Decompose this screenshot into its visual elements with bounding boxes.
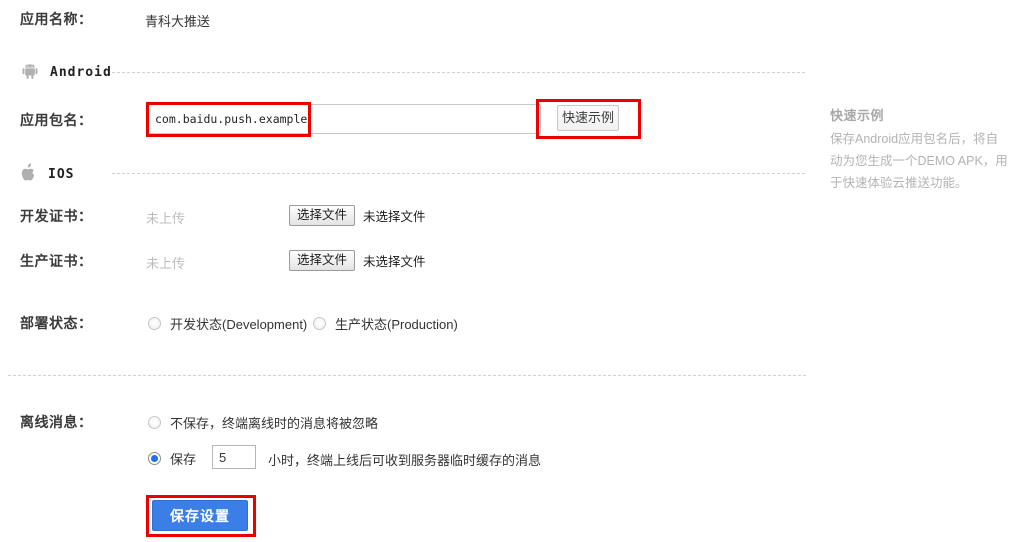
offline-message-label: 离线消息： (20, 414, 93, 430)
prod-cert-choose-file-button[interactable]: 选择文件 (289, 250, 356, 271)
deploy-status-option-development[interactable]: 开发状态(Development) (148, 314, 307, 333)
android-section-divider (112, 72, 805, 73)
radio-development[interactable] (148, 317, 161, 330)
android-icon (20, 61, 40, 84)
ios-section-divider (112, 173, 805, 174)
help-panel-title: 快速示例 (830, 108, 885, 123)
prod-cert-file-row: 选择文件 未选择文件 (289, 250, 426, 271)
radio-keep-suffix: 小时，终端上线后可收到服务器临时缓存的消息 (268, 453, 542, 468)
radio-keep[interactable] (148, 452, 161, 465)
deploy-status-option-production[interactable]: 生产状态(Production) (313, 314, 458, 333)
help-panel-body: 保存Android应用包名后，将自动为您生成一个DEMO APK，用于快速体验云… (830, 132, 1008, 190)
prod-cert-file-status: 未选择文件 (363, 255, 426, 269)
ios-platform-label: IOS (48, 167, 75, 182)
dev-cert-choose-file-button[interactable]: 选择文件 (289, 205, 356, 226)
offline-option-keep[interactable]: 保存 (148, 449, 196, 468)
radio-discard-label: 不保存，终端离线时的消息将被忽略 (170, 416, 379, 431)
dev-cert-label: 开发证书： (20, 208, 93, 224)
radio-production[interactable] (313, 317, 326, 330)
app-name-value: 青科大推送 (145, 14, 211, 29)
offline-section-divider (8, 375, 806, 376)
package-name-label: 应用包名： (20, 112, 93, 128)
dev-cert-file-row: 选择文件 未选择文件 (289, 205, 426, 226)
offline-hours-input[interactable] (212, 445, 256, 469)
app-name-label: 应用名称： (20, 11, 93, 27)
apple-icon (20, 162, 38, 187)
save-settings-button[interactable]: 保存设置 (152, 500, 248, 531)
radio-discard[interactable] (148, 416, 161, 429)
radio-production-label: 生产状态(Production) (335, 317, 458, 332)
radio-keep-prefix: 保存 (170, 452, 197, 467)
package-name-input[interactable] (146, 104, 541, 134)
dev-cert-status: 未上传 (146, 211, 186, 226)
ios-section-header: IOS (20, 162, 74, 187)
radio-development-label: 开发状态(Development) (170, 317, 308, 332)
android-section-header: Android (20, 61, 112, 84)
deploy-status-label: 部署状态： (20, 315, 93, 331)
prod-cert-label: 生产证书： (20, 253, 93, 269)
offline-option-discard[interactable]: 不保存，终端离线时的消息将被忽略 (148, 413, 378, 432)
prod-cert-status: 未上传 (146, 256, 186, 271)
dev-cert-file-status: 未选择文件 (363, 210, 426, 224)
android-platform-label: Android (50, 65, 112, 80)
quick-example-button[interactable]: 快速示例 (557, 105, 619, 131)
